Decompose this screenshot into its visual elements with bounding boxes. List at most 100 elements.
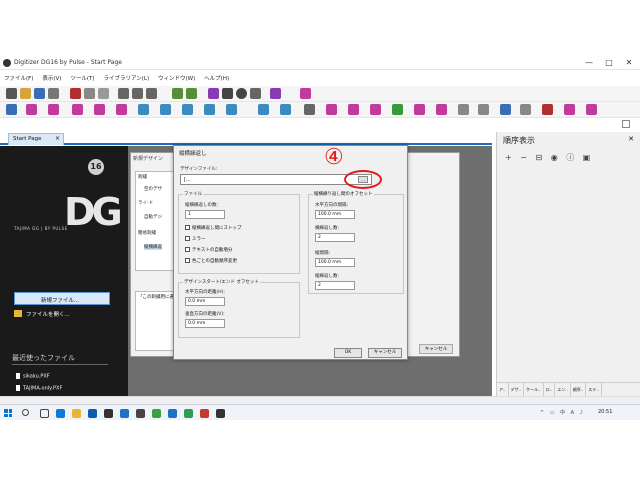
panel-tab[interactable]: エン.. <box>555 383 571 397</box>
list-item[interactable]: 簡易刺繍 <box>138 230 156 236</box>
recent-file-item[interactable]: TAJIMA-only.PXF <box>16 385 62 392</box>
monogram-icon[interactable] <box>138 104 149 115</box>
windows-start-icon[interactable] <box>4 409 12 417</box>
zoom-icon[interactable] <box>118 88 129 99</box>
edge-icon[interactable] <box>56 409 65 418</box>
menu-view[interactable]: 表示(V) <box>38 71 64 82</box>
menu-librarian[interactable]: ライブラリアン(L) <box>99 71 152 82</box>
clock[interactable]: 20:51 <box>598 409 612 415</box>
ok-button[interactable]: OK <box>334 348 362 358</box>
stop-between-checkbox[interactable]: 縦横繰返し間にストップ <box>185 225 242 231</box>
run-tool-icon[interactable] <box>94 104 105 115</box>
list-item[interactable]: 刺繍 <box>138 174 147 180</box>
circle-icon[interactable] <box>236 88 247 99</box>
minimize-button[interactable]: — <box>580 58 598 67</box>
auto-color-order-checkbox[interactable]: 色ごとの自動順序変更 <box>185 258 237 264</box>
word-icon[interactable] <box>120 409 129 418</box>
mirror-checkbox[interactable]: ミラー <box>185 236 206 242</box>
list-item-selected[interactable]: 縦横繰返 <box>144 244 162 250</box>
measure-icon[interactable] <box>304 104 315 115</box>
zoom-in-icon[interactable] <box>132 88 143 99</box>
task-view-icon[interactable] <box>40 409 49 418</box>
wand-icon[interactable] <box>270 88 281 99</box>
satin-tool-icon[interactable] <box>72 104 83 115</box>
curve-edit-icon[interactable] <box>182 104 193 115</box>
select-icon[interactable] <box>6 104 17 115</box>
stitch-tool-icon[interactable] <box>26 104 37 115</box>
open-file-button[interactable]: ファイルを開く... <box>26 310 70 318</box>
tag-icon[interactable] <box>392 104 403 115</box>
save-icon[interactable] <box>34 88 45 99</box>
zoom-out-icon[interactable] <box>146 88 157 99</box>
new-icon[interactable] <box>6 88 17 99</box>
menu-help[interactable]: ヘルプ(H) <box>200 71 232 82</box>
chrome-icon[interactable] <box>152 409 161 418</box>
v-distance-field[interactable]: 0.0 mm <box>185 319 225 328</box>
import-icon[interactable] <box>586 104 597 115</box>
copy-icon[interactable] <box>84 88 95 99</box>
mail-icon[interactable] <box>88 409 97 418</box>
system-tray[interactable]: ^ ▭ 中 A ♪ <box>540 409 585 416</box>
app-icon-2[interactable] <box>168 409 177 418</box>
machine-icon[interactable] <box>520 104 531 115</box>
h-gap-field[interactable]: 100.0 mm <box>315 210 355 219</box>
sequence-toolbar[interactable]: + − ⊟ ◉ ⓘ ▣ <box>505 152 593 163</box>
list-item[interactable]: 自動デジ <box>144 214 162 220</box>
text-tool-icon[interactable] <box>116 104 127 115</box>
redo-icon[interactable] <box>186 88 197 99</box>
sequence-icon[interactable] <box>348 104 359 115</box>
panel-tab[interactable]: ア.. <box>497 383 509 397</box>
panel-tab[interactable]: ロ.. <box>544 383 556 397</box>
grid-icon[interactable] <box>458 104 469 115</box>
open-icon[interactable] <box>20 88 31 99</box>
tab-start-page[interactable]: Start Page × <box>8 133 64 145</box>
fill-tool-icon[interactable] <box>48 104 59 115</box>
trim-icon[interactable] <box>370 104 381 115</box>
repeat-count-field[interactable]: 1 <box>185 210 225 219</box>
new-file-button[interactable]: 新規ファイル... <box>14 292 110 305</box>
tab-close-icon[interactable]: × <box>55 135 60 142</box>
close-button[interactable]: ✕ <box>620 58 638 67</box>
v-count-field[interactable]: 2 <box>315 281 355 290</box>
paste-icon[interactable] <box>98 88 109 99</box>
rectangle-icon[interactable] <box>222 88 233 99</box>
hoop-icon[interactable] <box>478 104 489 115</box>
print-icon[interactable] <box>48 88 59 99</box>
h-distance-field[interactable]: 0.0 mm <box>185 297 225 306</box>
polygon-icon[interactable] <box>250 88 261 99</box>
menu-file[interactable]: ファイル(F) <box>0 71 36 82</box>
excel-icon[interactable] <box>184 409 193 418</box>
export-icon[interactable] <box>564 104 575 115</box>
menu-tools[interactable]: ツール(T) <box>66 71 97 82</box>
panel-tab[interactable]: ステ.. <box>586 383 602 397</box>
v-gap-field[interactable]: 100.0 mm <box>315 258 355 267</box>
panel-tab[interactable]: ケール.. <box>524 383 544 397</box>
undo-icon[interactable] <box>172 88 183 99</box>
list-item[interactable]: ライ-ド <box>138 200 153 206</box>
cap-icon[interactable] <box>542 104 553 115</box>
h-count-field[interactable]: 2 <box>315 233 355 242</box>
cancel-button[interactable]: キャンセル <box>368 348 402 358</box>
explorer-icon[interactable] <box>72 409 81 418</box>
search-icon[interactable] <box>22 409 29 416</box>
store-icon[interactable] <box>104 409 113 418</box>
dg16-taskbar-icon[interactable] <box>216 409 225 418</box>
panel-close-icon[interactable]: ✕ <box>628 135 634 143</box>
color-icon[interactable] <box>326 104 337 115</box>
lettering-icon[interactable] <box>414 104 425 115</box>
powerpoint-icon[interactable] <box>200 409 209 418</box>
cut-icon[interactable] <box>70 88 81 99</box>
appliqué-icon[interactable] <box>160 104 171 115</box>
recent-file-item[interactable]: sikaku.PXF <box>16 373 50 380</box>
app-icon-1[interactable] <box>136 409 145 418</box>
panel-tab[interactable]: デザ.. <box>509 383 525 397</box>
pattern-icon[interactable] <box>280 104 291 115</box>
list-item[interactable]: 空のデザ <box>144 186 162 192</box>
auto-increment-text-checkbox[interactable]: テキストの自動増分 <box>185 247 232 253</box>
new-design-cancel-button[interactable]: キャンセル <box>419 344 453 354</box>
menu-window[interactable]: ウィンドウ(W) <box>154 71 198 82</box>
edit-points-icon[interactable] <box>226 104 237 115</box>
curve-icon[interactable] <box>300 88 311 99</box>
maximize-button[interactable]: □ <box>600 58 618 67</box>
panel-tab[interactable]: 順序.. <box>571 383 587 397</box>
